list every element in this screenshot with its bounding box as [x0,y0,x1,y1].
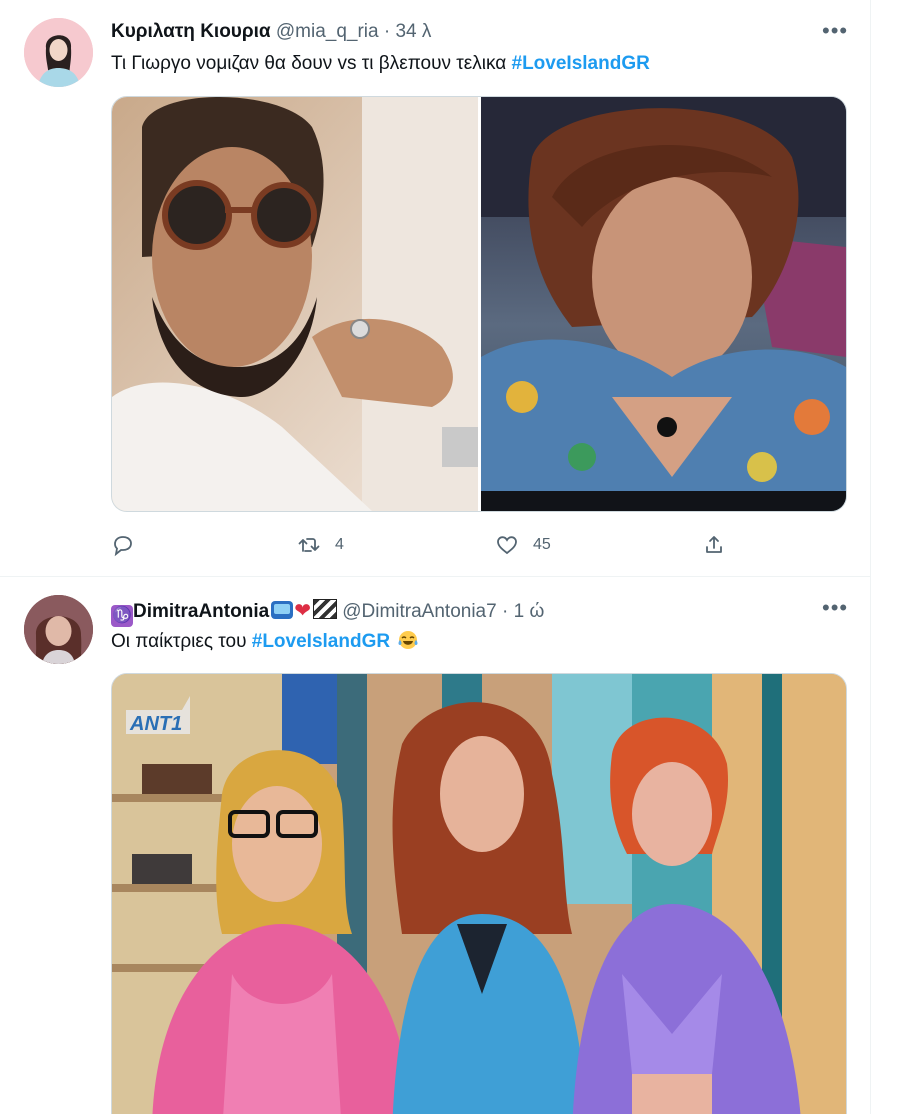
tweet[interactable]: ♑DimitraAntonia ❤ @DimitraAntonia7 · 1 ώ … [0,577,870,1114]
retweet-icon [298,538,320,552]
photo-grid [112,97,846,511]
tweet-body: Οι παίκτριες του [111,631,247,652]
right-photo[interactable] [481,97,846,511]
tweet-media[interactable] [111,96,847,512]
share-button[interactable] [702,530,726,560]
share-icon [706,536,722,553]
reply-icon [114,536,132,557]
hashtag-link[interactable]: #LoveIslandGR [252,631,390,652]
retweet-count: 4 [335,536,344,553]
joy-emoji [398,631,418,649]
more-icon[interactable]: ••• [822,20,847,46]
left-photo[interactable] [112,97,478,511]
separator: · [383,21,391,42]
tv-still-photo: ANT1 [112,674,846,1114]
capricorn-icon: ♑ [111,605,133,627]
display-name[interactable]: DimitraAntonia [133,601,269,622]
heart-icon [497,536,517,555]
separator: · [501,601,509,622]
tweet-media[interactable]: ANT1 [111,673,847,1114]
tv-icon [271,601,294,619]
timestamp[interactable]: 34 λ [395,21,431,42]
reply-button[interactable] [111,530,149,560]
tweet-text: Τι Γιωργο νομιζαν θα δουν vs τι βλεπουν … [111,53,650,75]
tweet-body: Τι Γιωργο νομιζαν θα δουν vs τι βλεπουν … [111,53,507,74]
like-button[interactable]: 45 [495,530,551,560]
tweet[interactable]: Κυριλατη Κιουρια @mia_q_ria · 34 λ ••• Τ… [0,0,870,576]
timestamp[interactable]: 1 ώ [514,601,545,622]
tweet-text: Οι παίκτριες του #LoveIslandGR [111,630,419,653]
hashtag-link[interactable]: #LoveIslandGR [512,53,650,74]
like-count: 45 [533,536,551,553]
tweet-header: Κυριλατη Κιουρια @mia_q_ria · 34 λ [111,21,431,43]
clapper-icon [312,599,337,619]
avatar[interactable] [24,595,93,664]
user-handle[interactable]: @DimitraAntonia7 [342,601,496,622]
user-handle[interactable]: @mia_q_ria [276,21,379,42]
avatar[interactable] [24,18,93,87]
tweet-actions: 4 45 [111,530,845,560]
heart-emoji-icon: ❤ [294,600,311,622]
more-icon[interactable]: ••• [822,597,847,623]
retweet-button[interactable]: 4 [297,530,344,560]
tweet-header: ♑DimitraAntonia ❤ @DimitraAntonia7 · 1 ώ [111,598,544,627]
timeline-feed: Κυριλατη Κιουρια @mia_q_ria · 34 λ ••• Τ… [0,0,871,1114]
svg-text:ANT1: ANT1 [129,713,182,735]
display-name[interactable]: Κυριλατη Κιουρια [111,21,271,42]
